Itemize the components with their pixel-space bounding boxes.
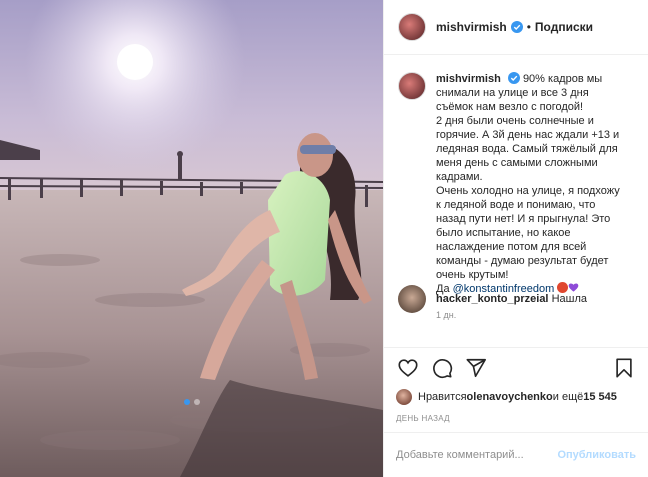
comment-body: Нашла: [551, 293, 587, 305]
caption-line: ледяная вода. Самый тяжёлый для: [436, 143, 618, 155]
caption-line: 90% кадров мы: [522, 73, 603, 85]
caption-line: Очень холодно на улице, я подхожу: [436, 185, 620, 197]
caption-line: команды - думаю результат будет: [436, 255, 609, 267]
caption-line: очень крутым!: [436, 269, 509, 281]
following-button[interactable]: Подписки: [535, 20, 593, 34]
post-photo[interactable]: [0, 0, 383, 477]
liker-username[interactable]: olenavoychenko: [467, 391, 553, 403]
add-comment-bar: Опубликовать: [384, 432, 648, 477]
likes-summary[interactable]: Нравится olenavoychenko и ещё 15 545: [396, 389, 636, 405]
verified-badge-icon: [507, 72, 520, 84]
caption-author-avatar[interactable]: [398, 72, 426, 100]
caption-line: горячие. А 3й день нас ждали +13 и: [436, 129, 620, 141]
likes-count[interactable]: 15 545: [583, 391, 617, 403]
share-icon[interactable]: [464, 356, 488, 380]
author-avatar[interactable]: [398, 13, 426, 41]
comment-icon[interactable]: [430, 356, 454, 380]
post-date[interactable]: ДЕНЬ НАЗАД: [396, 414, 636, 423]
caption-line: к ледяной воде и понимаю, что: [436, 199, 596, 211]
caption-line: меня день с самыми сложными: [436, 157, 598, 169]
likes-prefix: Нравится: [418, 391, 467, 403]
publish-button[interactable]: Опубликовать: [557, 449, 636, 461]
caption-line: съёмок нам везло с погодой!: [436, 101, 584, 113]
post-actions: Нравится olenavoychenko и ещё 15 545 ДЕН…: [384, 347, 648, 432]
caption-line: снимали на улице и все 3 дня: [436, 87, 589, 99]
commenter-username[interactable]: hacker_konto_przeial: [436, 293, 549, 305]
comment-item: hacker_konto_przeial Нашла: [398, 285, 587, 313]
carousel-indicator: [0, 399, 383, 405]
header-separator: •: [526, 20, 531, 34]
likes-middle: и ещё: [552, 391, 584, 403]
heart-icon[interactable]: [396, 356, 420, 380]
carousel-dot-active: [183, 399, 190, 405]
bookmark-icon[interactable]: [612, 356, 636, 380]
commenter-avatar[interactable]: [398, 285, 426, 313]
caption-line: наслаждение потом для всей: [436, 241, 587, 253]
author-username[interactable]: mishvirmish: [436, 20, 507, 34]
post-side-panel: mishvirmish • Подписки mishvirmish 90% к…: [383, 0, 648, 477]
instagram-post: mishvirmish • Подписки mishvirmish 90% к…: [0, 0, 648, 477]
carousel-dot: [193, 399, 200, 405]
comment-input[interactable]: [396, 449, 558, 461]
verified-badge-icon: [510, 21, 523, 33]
caption-username[interactable]: mishvirmish: [436, 73, 501, 85]
caption-line: было испытание, но какое: [436, 227, 571, 239]
action-icons-row: [396, 348, 636, 388]
comment-text: hacker_konto_przeial Нашла: [436, 293, 587, 305]
beach-photo-illustration: [0, 0, 383, 477]
caption-line: 2 дня были очень солнечные и: [436, 115, 594, 127]
caption-line: кадрами.: [436, 171, 483, 183]
liker-avatar: [396, 389, 412, 405]
caption-line: назад пути нет! И я прыгнула! Это: [436, 213, 611, 225]
post-header: mishvirmish • Подписки: [384, 0, 648, 55]
